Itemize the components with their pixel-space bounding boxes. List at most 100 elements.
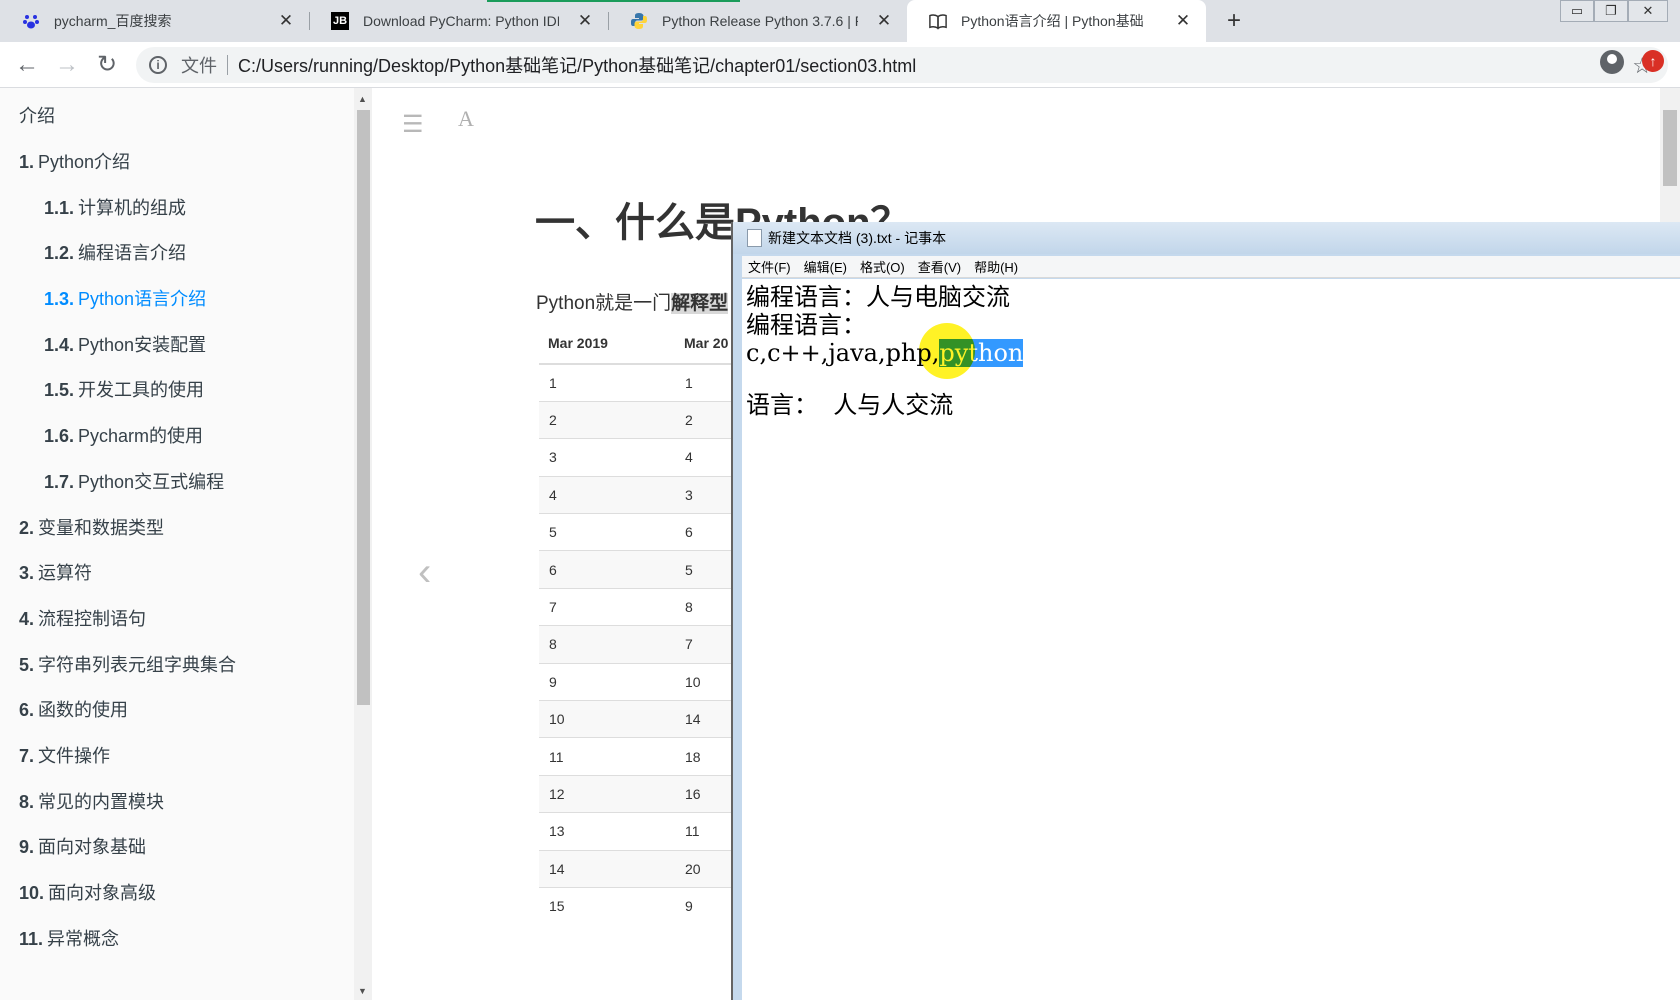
toc-item-3[interactable]: 3. 运算符: [19, 559, 92, 585]
close-icon[interactable]: ✕: [875, 12, 893, 30]
toc-sidebar: 介绍 1. Python介绍 1.1. 计算机的组成 1.2. 编程语言介绍 1.3.…: [0, 88, 355, 1000]
toc-label: 文件操作: [38, 746, 111, 766]
reload-button[interactable]: ↻: [93, 51, 121, 79]
toc-number: 9.: [19, 837, 35, 857]
toc-number: 6.: [19, 700, 35, 720]
toc-number: 1.5.: [44, 380, 75, 400]
toc-label: 运算符: [38, 563, 93, 583]
toc-item-1-7[interactable]: 1.7. Python交互式编程: [44, 468, 224, 494]
menu-view[interactable]: 查看(V): [912, 257, 968, 276]
paw-icon: [22, 12, 40, 30]
scroll-down-arrow-icon[interactable]: ▼: [358, 986, 367, 996]
page-scroll-thumb[interactable]: [1663, 110, 1677, 186]
close-window-button[interactable]: ✕: [1628, 0, 1668, 22]
toc-item-5[interactable]: 5. 字符串列表元组字典集合: [19, 651, 236, 677]
text-line: 语言： 人与人交流: [746, 391, 954, 419]
toc-number: 1.3.: [44, 289, 75, 309]
browser-toolbar: ← → ↻ i 文件 C:/Users/running/Desktop/Pyth…: [0, 42, 1680, 88]
tab-title: Python Release Python 3.7.6 | Python.org: [662, 13, 858, 29]
toc-item-1-4[interactable]: 1.4. Python安装配置: [44, 331, 206, 357]
tab-title: pycharm_百度搜索: [54, 13, 172, 29]
toc-label: 变量和数据类型: [38, 518, 165, 538]
profile-icon[interactable]: [1600, 50, 1624, 74]
table-cell: 3: [539, 438, 675, 477]
toc-label: 面向对象高级: [48, 883, 157, 903]
intro-bold-term: 解释型: [671, 293, 729, 314]
menu-edit[interactable]: 编辑(E): [798, 257, 854, 276]
toc-label: 函数的使用: [38, 700, 129, 720]
restore-button[interactable]: ❐: [1594, 0, 1628, 22]
toc-number: 4.: [19, 609, 35, 629]
toc-item-4[interactable]: 4. 流程控制语句: [19, 605, 146, 631]
table-cell: 11: [539, 737, 675, 776]
toc-label: 字符串列表元组字典集合: [38, 655, 237, 675]
toc-item-1-1[interactable]: 1.1. 计算机的组成: [44, 194, 186, 220]
chevron-left-icon[interactable]: ‹: [418, 550, 431, 595]
notepad-window: 新建文本文档 (3).txt - 记事本 文件(F) 编辑(E) 格式(O) 查…: [731, 222, 1680, 1000]
font-settings-icon[interactable]: A: [458, 106, 474, 132]
table-cell: 4: [539, 475, 675, 514]
table-cell: 9: [539, 662, 675, 701]
toc-label: 计算机的组成: [78, 198, 187, 218]
toc-item-1-3-active[interactable]: 1.3. Python语言介绍: [44, 285, 206, 311]
tab-jetbrains[interactable]: JB Download PyCharm: Python IDE for Prof…: [309, 0, 608, 42]
address-separator: [227, 55, 228, 75]
tab-active-page[interactable]: Python语言介绍 | Python基础 ✕: [907, 0, 1206, 42]
toc-number: 1.: [19, 152, 35, 172]
toc-item-8[interactable]: 8. 常见的内置模块: [19, 788, 164, 814]
toc-number: 7.: [19, 746, 35, 766]
text-line: c,c++,java,php,python: [746, 339, 1678, 367]
toc-label: Python介绍: [38, 152, 131, 172]
toc-item-11[interactable]: 11. 异常概念: [19, 925, 119, 951]
toc-label: 编程语言介绍: [78, 243, 187, 263]
table-cell: 15: [539, 886, 675, 925]
menu-help[interactable]: 帮助(H): [968, 257, 1025, 276]
tab-python-org[interactable]: Python Release Python 3.7.6 | Python.org…: [608, 0, 907, 42]
toc-item-2[interactable]: 2. 变量和数据类型: [19, 514, 164, 540]
close-icon[interactable]: ✕: [576, 12, 594, 30]
toc-item-1-6[interactable]: 1.6. Pycharm的使用: [44, 422, 203, 448]
table-cell: 7: [539, 587, 675, 626]
menu-file[interactable]: 文件(F): [742, 257, 798, 276]
scroll-up-arrow-icon[interactable]: ▲: [358, 94, 367, 104]
toc-number: 3.: [19, 563, 35, 583]
tab-baidu[interactable]: pycharm_百度搜索 ✕: [0, 0, 309, 42]
toc-number: 10.: [19, 883, 45, 903]
tab-title: Python语言介绍 | Python基础: [961, 13, 1144, 29]
info-icon[interactable]: i: [149, 56, 167, 74]
close-icon[interactable]: ✕: [277, 12, 295, 30]
back-button[interactable]: ←: [13, 51, 41, 79]
toc-label: Python语言介绍: [78, 289, 207, 309]
toc-item-9[interactable]: 9. 面向对象基础: [19, 833, 146, 859]
menu-toggle-icon[interactable]: ☰: [402, 110, 424, 139]
toc-item-1[interactable]: 1. Python介绍: [19, 148, 130, 174]
toc-label: 常见的内置模块: [38, 792, 165, 812]
table-cell: 1: [539, 363, 675, 402]
toc-number: 1.4.: [44, 335, 75, 355]
menu-format[interactable]: 格式(O): [854, 257, 912, 276]
toc-item-7[interactable]: 7. 文件操作: [19, 742, 110, 768]
toc-label: 介绍: [19, 106, 55, 126]
toc-item-6[interactable]: 6. 函数的使用: [19, 696, 128, 722]
update-icon[interactable]: ↑: [1642, 50, 1664, 72]
toc-item-1-2[interactable]: 1.2. 编程语言介绍: [44, 239, 186, 265]
table-cell: 12: [539, 774, 675, 813]
book-icon: [929, 12, 947, 30]
notepad-titlebar[interactable]: 新建文本文档 (3).txt - 记事本: [733, 222, 1680, 254]
toc-number: 1.7.: [44, 472, 75, 492]
toc-number: 1.1.: [44, 198, 75, 218]
close-icon[interactable]: ✕: [1174, 12, 1192, 30]
forward-button[interactable]: →: [53, 51, 81, 79]
new-tab-button[interactable]: +: [1220, 7, 1248, 35]
toc-item-intro[interactable]: 介绍: [19, 102, 55, 128]
address-bar[interactable]: i 文件 C:/Users/running/Desktop/Python基础笔记…: [136, 47, 1668, 83]
sidebar-scroll-thumb[interactable]: [357, 110, 370, 705]
minimize-button[interactable]: ▭: [1560, 0, 1594, 22]
table-cell: 14: [539, 849, 675, 888]
notepad-text-area[interactable]: 编程语言：人与电脑交流 编程语言： c,c++,java,php,python …: [742, 279, 1680, 1000]
text-segment: c,c++,java,php,: [746, 339, 940, 367]
toc-item-1-5[interactable]: 1.5. 开发工具的使用: [44, 376, 204, 402]
toc-label: Python安装配置: [78, 335, 207, 355]
toc-item-10[interactable]: 10. 面向对象高级: [19, 879, 156, 905]
